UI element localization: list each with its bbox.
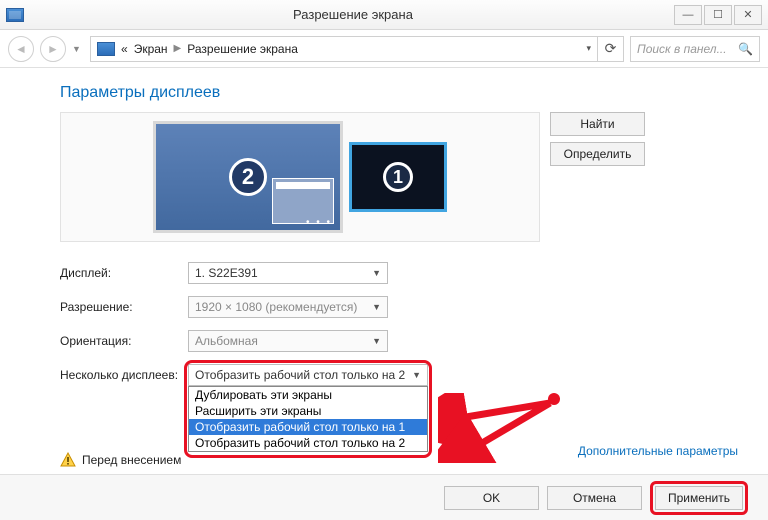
multiple-displays-label: Несколько дисплеев: bbox=[60, 368, 188, 382]
orientation-value: Альбомная bbox=[195, 334, 258, 348]
display-value: 1. S22E391 bbox=[195, 266, 258, 280]
breadcrumb-item[interactable]: Разрешение экрана bbox=[187, 42, 298, 56]
monitor-2-dots: • • • bbox=[306, 217, 332, 228]
row-display: Дисплей: 1. S22E391 ▼ bbox=[60, 256, 748, 290]
breadcrumb-chevrons: « bbox=[121, 42, 128, 56]
row-multiple-displays: Несколько дисплеев: Отобразить рабочий с… bbox=[60, 358, 748, 392]
chevron-right-icon: ▶ bbox=[174, 43, 182, 54]
chevron-down-icon: ▼ bbox=[372, 336, 381, 346]
warning-icon bbox=[60, 452, 76, 468]
forward-button[interactable]: ► bbox=[40, 36, 66, 62]
monitor-2-badge: 2 bbox=[229, 158, 267, 196]
identify-button[interactable]: Определить bbox=[550, 142, 645, 166]
navbar: ◄ ► ▼ « Экран ▶ Разрешение экрана ▾ ⟳ По… bbox=[0, 30, 768, 68]
row-orientation: Ориентация: Альбомная ▼ bbox=[60, 324, 748, 358]
footer: OK Отмена Применить bbox=[0, 474, 768, 520]
monitor-preview-area: 2 • • • 1 Найти Определить bbox=[60, 112, 748, 242]
dropdown-option[interactable]: Дублировать эти экраны bbox=[189, 387, 427, 403]
resolution-label: Разрешение: bbox=[60, 300, 188, 314]
monitor-icon bbox=[97, 42, 115, 56]
advanced-settings-link[interactable]: Дополнительные параметры bbox=[578, 444, 738, 458]
minimize-button[interactable]: — bbox=[674, 5, 702, 25]
back-button[interactable]: ◄ bbox=[8, 36, 34, 62]
dropdown-option[interactable]: Расширить эти экраны bbox=[189, 403, 427, 419]
display-icon bbox=[6, 8, 24, 22]
history-dropdown-icon[interactable]: ▼ bbox=[72, 44, 84, 54]
annotation-highlight-apply: Применить bbox=[650, 481, 748, 515]
chevron-down-icon: ▼ bbox=[372, 302, 381, 312]
row-resolution: Разрешение: 1920 × 1080 (рекомендуется) … bbox=[60, 290, 748, 324]
orientation-select[interactable]: Альбомная ▼ bbox=[188, 330, 388, 352]
resolution-select[interactable]: 1920 × 1080 (рекомендуется) ▼ bbox=[188, 296, 388, 318]
monitor-canvas[interactable]: 2 • • • 1 bbox=[60, 112, 540, 242]
apply-button[interactable]: Применить bbox=[655, 486, 743, 510]
monitor-2[interactable]: 2 • • • bbox=[153, 121, 343, 233]
refresh-button[interactable]: ⟳ bbox=[598, 36, 624, 62]
display-select[interactable]: 1. S22E391 ▼ bbox=[188, 262, 388, 284]
side-buttons: Найти Определить bbox=[550, 112, 645, 166]
monitor-1-badge: 1 bbox=[383, 162, 413, 192]
orientation-label: Ориентация: bbox=[60, 334, 188, 348]
window-title: Разрешение экрана bbox=[32, 7, 674, 22]
multiple-displays-select[interactable]: Отобразить рабочий стол только на 2 ▼ bbox=[188, 364, 428, 386]
display-label: Дисплей: bbox=[60, 266, 188, 280]
close-button[interactable]: ✕ bbox=[734, 5, 762, 25]
chevron-down-icon: ▼ bbox=[412, 370, 421, 380]
multiple-displays-value: Отобразить рабочий стол только на 2 bbox=[195, 368, 405, 382]
breadcrumb-item[interactable]: Экран bbox=[134, 42, 168, 56]
chevron-down-icon: ▼ bbox=[372, 268, 381, 278]
titlebar: Разрешение экрана — ☐ ✕ bbox=[0, 0, 768, 30]
warning-text: Перед внесением bbox=[82, 453, 181, 467]
page-title: Параметры дисплеев bbox=[60, 84, 748, 102]
breadcrumb[interactable]: « Экран ▶ Разрешение экрана ▾ bbox=[90, 36, 598, 62]
resolution-value: 1920 × 1080 (рекомендуется) bbox=[195, 300, 357, 314]
breadcrumb-dropdown-icon[interactable]: ▾ bbox=[586, 43, 591, 54]
find-button[interactable]: Найти bbox=[550, 112, 645, 136]
maximize-button[interactable]: ☐ bbox=[704, 5, 732, 25]
window-controls: — ☐ ✕ bbox=[674, 5, 762, 25]
search-placeholder: Поиск в панел... bbox=[637, 42, 727, 56]
multiple-displays-wrap: Отобразить рабочий стол только на 2 ▼ Ду… bbox=[188, 364, 428, 386]
ok-button[interactable]: OK bbox=[444, 486, 539, 510]
multiple-displays-dropdown[interactable]: Дублировать эти экраныРасширить эти экра… bbox=[188, 386, 428, 452]
search-input[interactable]: Поиск в панел... 🔍 bbox=[630, 36, 760, 62]
settings-form: Дисплей: 1. S22E391 ▼ Разрешение: 1920 ×… bbox=[60, 256, 748, 392]
content: Параметры дисплеев 2 • • • 1 Найти Опред… bbox=[0, 68, 768, 492]
search-icon: 🔍 bbox=[738, 42, 753, 56]
dropdown-option[interactable]: Отобразить рабочий стол только на 2 bbox=[189, 435, 427, 451]
cancel-button[interactable]: Отмена bbox=[547, 486, 642, 510]
dropdown-option[interactable]: Отобразить рабочий стол только на 1 bbox=[189, 419, 427, 435]
monitor-1[interactable]: 1 bbox=[349, 142, 447, 212]
